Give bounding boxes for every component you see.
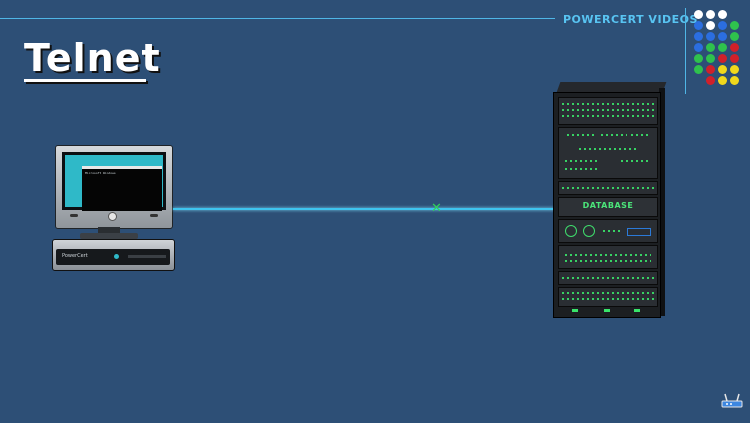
logo-dot	[706, 21, 715, 30]
page-title: Telnet	[24, 36, 161, 80]
terminal-text: Microsoft Windows	[85, 171, 116, 175]
desktop-computer-icon: Microsoft Windows PowerCert	[50, 143, 175, 271]
brand-name: POWERCERT VIDEOS	[563, 13, 698, 26]
server-rack-icon: DATABASE	[553, 82, 667, 318]
logo-dot	[694, 21, 703, 30]
monitor: Microsoft Windows	[55, 145, 173, 229]
logo-dot	[706, 32, 715, 41]
computer-tower: PowerCert	[52, 239, 175, 271]
database-label: DATABASE	[582, 201, 634, 210]
logo-dot	[706, 65, 715, 74]
telnet-connection-line	[173, 208, 556, 210]
logo-dot	[694, 10, 703, 19]
tower-label: PowerCert	[62, 253, 88, 259]
logo-dot	[730, 32, 739, 41]
logo-dot	[706, 54, 715, 63]
monitor-screen: Microsoft Windows	[65, 155, 163, 211]
logo-dot	[730, 43, 739, 52]
logo-dot	[706, 43, 715, 52]
logo-dot	[694, 54, 703, 63]
logo-dot	[694, 65, 703, 74]
logo-dot	[718, 43, 727, 52]
logo-divider	[685, 8, 686, 94]
logo-dot	[730, 21, 739, 30]
logo-dot	[718, 32, 727, 41]
logo-dot	[706, 76, 715, 85]
terminal-window: Microsoft Windows	[82, 166, 162, 211]
title-underline	[24, 79, 146, 82]
logo-dot	[694, 32, 703, 41]
logo-dot	[694, 43, 703, 52]
logo-dot	[718, 65, 727, 74]
connection-marker-icon: ✕	[431, 201, 442, 216]
logo-dot	[730, 54, 739, 63]
header-rule	[0, 18, 555, 19]
logo-dot	[718, 21, 727, 30]
logo-dot	[718, 10, 727, 19]
logo-dot	[718, 76, 727, 85]
logo-dot	[730, 76, 739, 85]
router-icon	[721, 393, 743, 408]
logo-dot	[730, 65, 739, 74]
logo-dot	[718, 54, 727, 63]
logo-dot	[706, 10, 715, 19]
